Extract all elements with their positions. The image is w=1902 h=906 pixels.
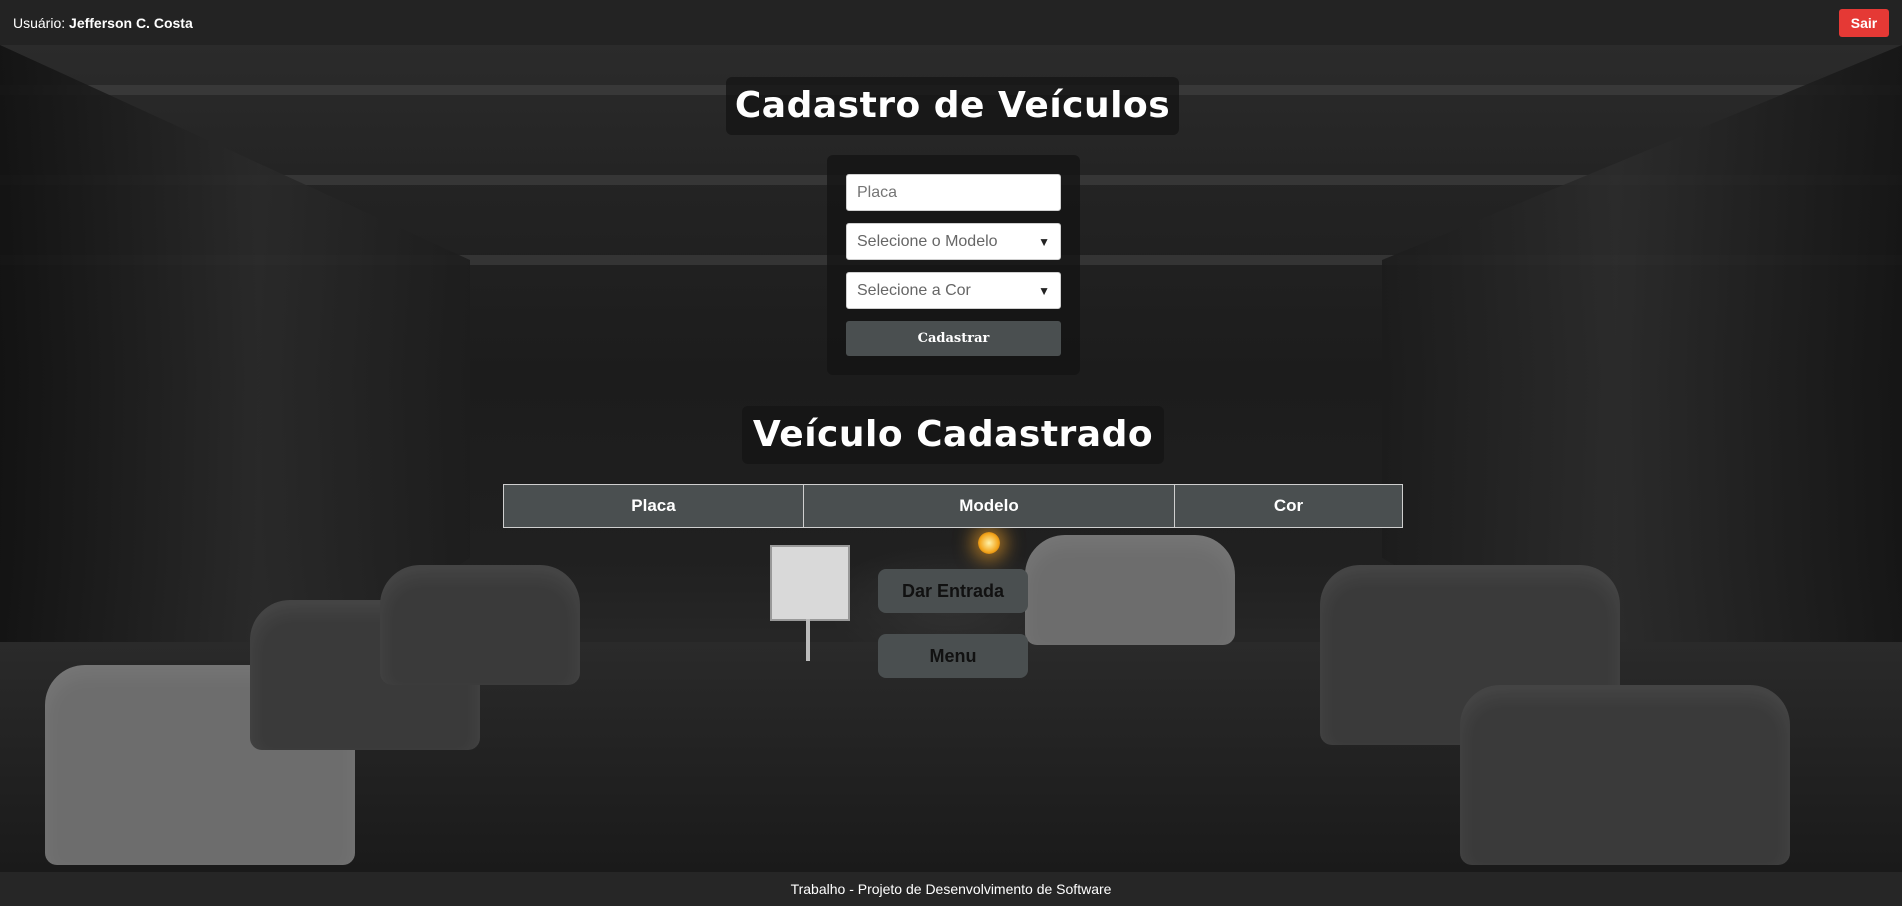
modelo-select-value: Selecione o Modelo <box>857 232 998 250</box>
column-header-modelo: Modelo <box>804 485 1175 527</box>
footer: Trabalho - Projeto de Desenvolvimento de… <box>0 872 1902 906</box>
chevron-down-icon: ▼ <box>1038 234 1050 249</box>
chevron-down-icon: ▼ <box>1038 283 1050 298</box>
cadastrar-button[interactable]: Cadastrar <box>846 321 1061 356</box>
footer-text: Trabalho - Projeto de Desenvolvimento de… <box>790 881 1112 897</box>
parked-car <box>1460 685 1790 865</box>
vehicle-table: Placa Modelo Cor <box>503 484 1403 528</box>
warning-lamp <box>978 532 1000 554</box>
cor-select[interactable]: Selecione a Cor ▼ <box>846 272 1061 309</box>
column-header-cor: Cor <box>1175 485 1402 527</box>
logout-button[interactable]: Sair <box>1839 8 1889 37</box>
section-title: Veículo Cadastrado <box>742 406 1164 464</box>
dar-entrada-button[interactable]: Dar Entrada <box>878 569 1028 613</box>
user-info: Usuário: Jefferson C. Costa <box>13 15 193 31</box>
page-title: Cadastro de Veículos <box>726 77 1179 135</box>
cor-select-value: Selecione a Cor <box>857 281 971 299</box>
parked-car <box>380 565 580 685</box>
user-label: Usuário: <box>13 14 66 31</box>
top-bar: Usuário: Jefferson C. Costa Sair <box>0 0 1902 45</box>
user-name: Jefferson C. Costa <box>69 14 193 31</box>
parking-sign <box>770 545 850 661</box>
parked-car <box>1025 535 1235 645</box>
modelo-select[interactable]: Selecione o Modelo ▼ <box>846 223 1061 260</box>
vehicle-form: Selecione o Modelo ▼ Selecione a Cor ▼ C… <box>827 155 1080 375</box>
menu-button[interactable]: Menu <box>878 634 1028 678</box>
placa-input[interactable] <box>846 174 1061 211</box>
column-header-placa: Placa <box>504 485 804 527</box>
